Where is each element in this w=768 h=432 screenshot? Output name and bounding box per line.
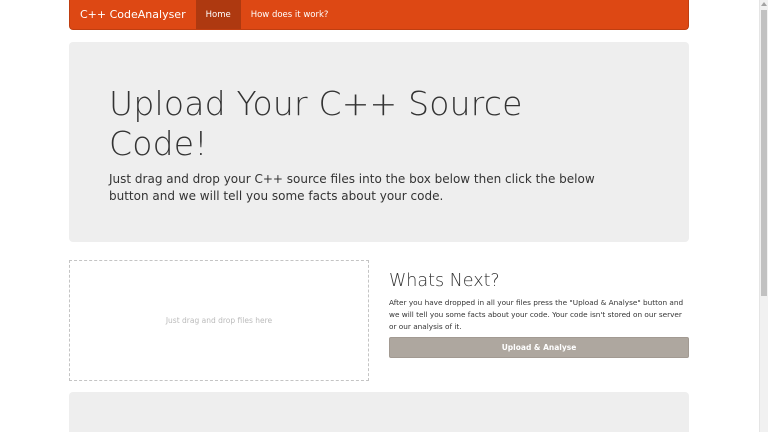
hero-panel: Upload Your C++ Source Code! Just drag a… bbox=[69, 42, 689, 242]
nav-item-home[interactable]: Home bbox=[195, 0, 241, 29]
whats-next-heading: Whats Next? bbox=[389, 271, 500, 291]
page: C++ CodeAnalyser Home How does it work? … bbox=[0, 0, 768, 432]
hero-text: Just drag and drop your C++ source files… bbox=[109, 172, 595, 203]
nav-item-how-it-works[interactable]: How does it work? bbox=[241, 0, 339, 29]
upload-analyse-button[interactable]: Upload & Analyse bbox=[389, 337, 689, 358]
whats-next-text: After you have dropped in all your files… bbox=[389, 298, 684, 331]
footer-panel bbox=[69, 392, 689, 432]
scroll-up-arrow-icon[interactable] bbox=[761, 2, 767, 6]
vertical-scrollbar[interactable] bbox=[759, 0, 768, 432]
navbar: C++ CodeAnalyser Home How does it work? bbox=[69, 0, 689, 30]
file-dropzone[interactable]: Just drag and drop files here bbox=[69, 260, 369, 381]
dropzone-hint: Just drag and drop files here bbox=[165, 316, 273, 325]
brand-link[interactable]: C++ CodeAnalyser bbox=[70, 0, 196, 30]
hero-title: Upload Your C++ Source Code! bbox=[109, 84, 523, 163]
scrollbar-thumb[interactable] bbox=[761, 10, 767, 296]
